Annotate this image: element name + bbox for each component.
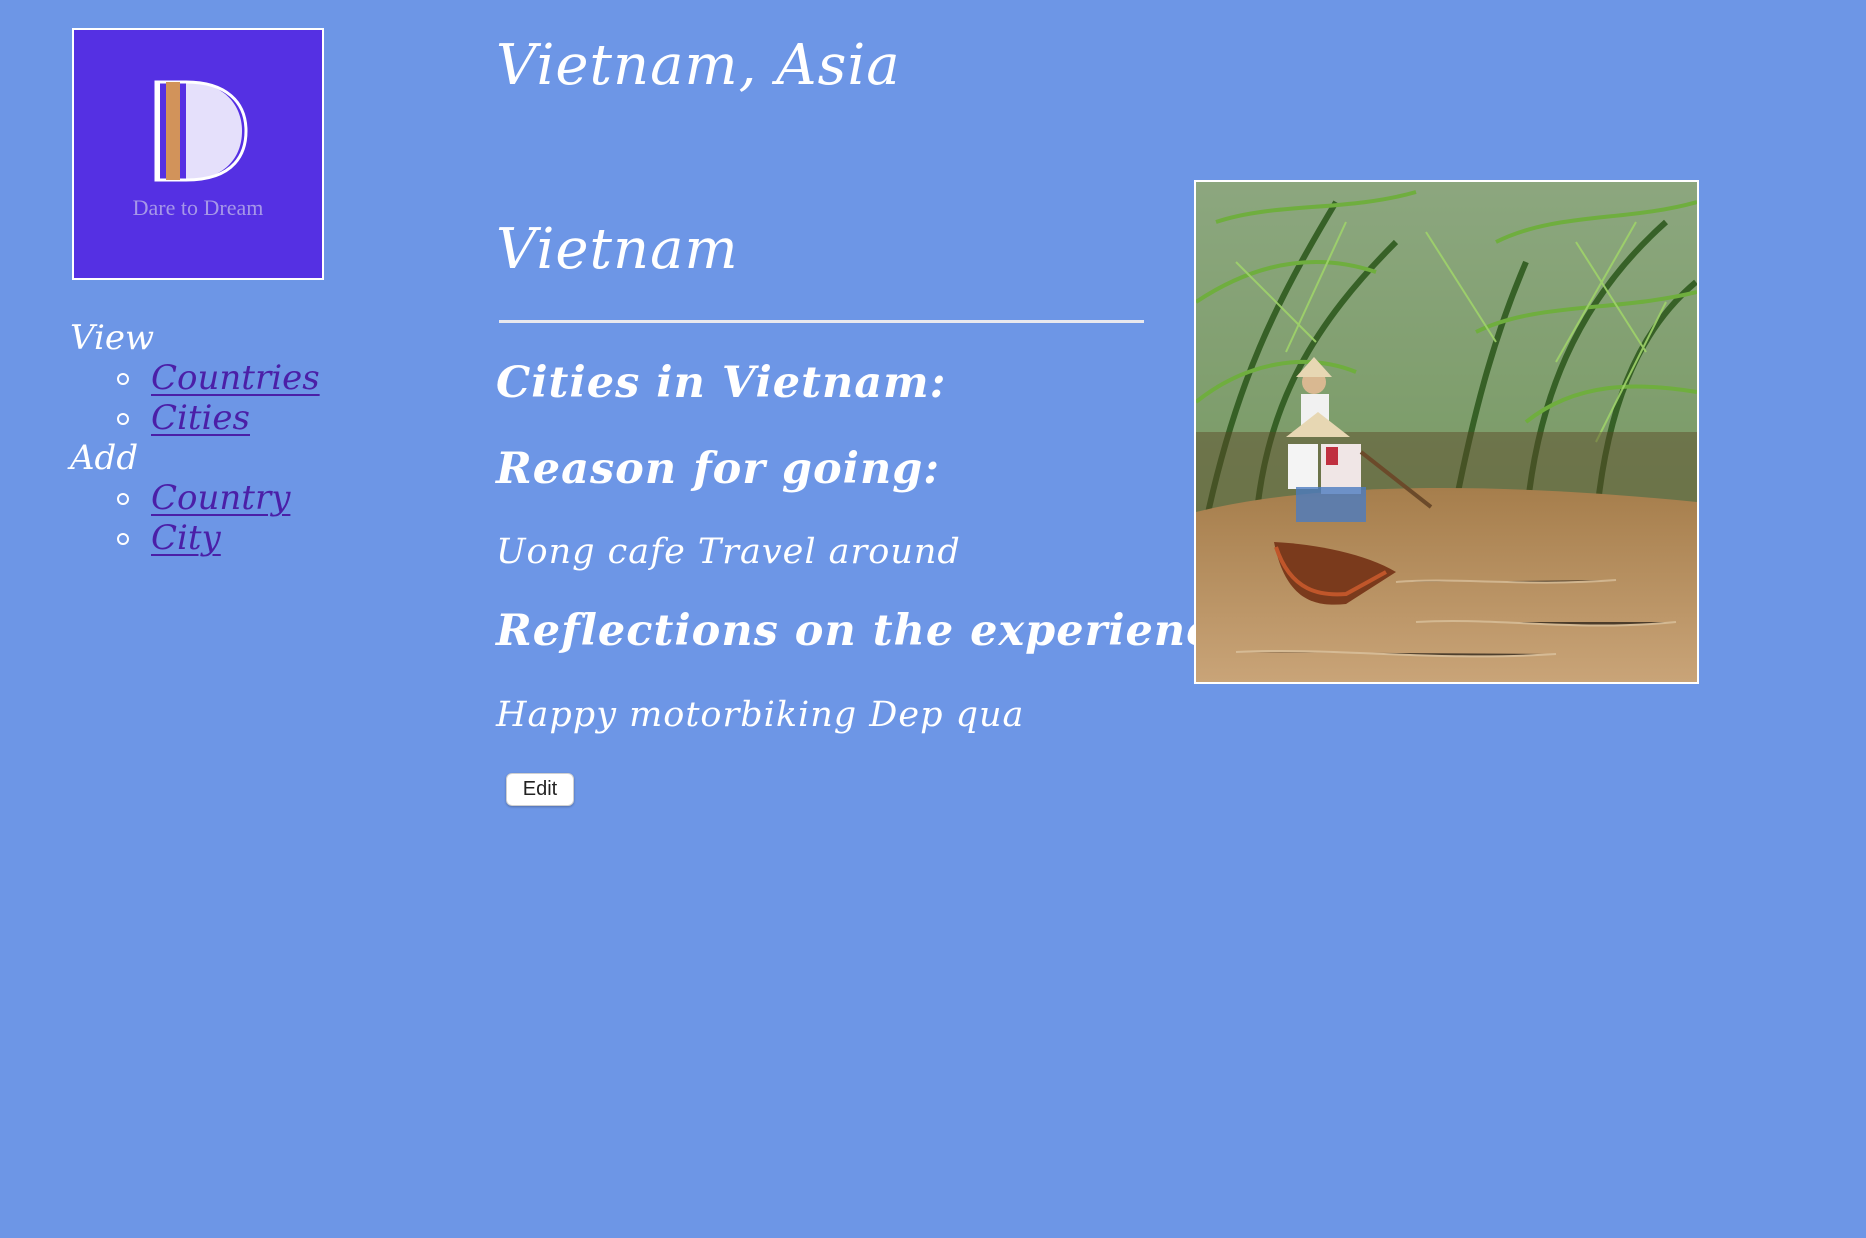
nav-item-cities: Cities — [70, 398, 370, 438]
nav-item-add-country: Country — [70, 478, 370, 518]
reason-heading: Reason for going: — [496, 444, 941, 494]
country-photo — [1194, 180, 1699, 684]
bullet-icon — [117, 413, 129, 425]
logo-d-mark-icon — [154, 80, 248, 182]
nav-add-label: Add — [70, 438, 139, 478]
nav-add-list: Country City — [70, 478, 370, 558]
river-boat-image — [1196, 182, 1697, 682]
reflections-heading: Reflections on the experience: — [496, 606, 1259, 656]
logo-brand-text: Dare to Dream — [132, 195, 264, 220]
bullet-icon — [117, 373, 129, 385]
reflections-text: Happy motorbiking Dep qua — [496, 695, 1025, 735]
bullet-icon — [117, 533, 129, 545]
page-title: Vietnam, Asia — [496, 33, 901, 98]
nav-view-list: Countries Cities — [70, 358, 370, 438]
add-country-link[interactable]: Country — [151, 478, 290, 518]
divider — [499, 320, 1144, 323]
edit-button[interactable]: Edit — [506, 773, 574, 806]
countries-link[interactable]: Countries — [151, 358, 320, 398]
cities-link[interactable]: Cities — [151, 398, 250, 438]
bullet-icon — [117, 493, 129, 505]
brand-logo: Dare to Dream — [72, 28, 324, 280]
cities-heading: Cities in Vietnam: — [496, 358, 947, 408]
reason-text: Uong cafe Travel around — [496, 532, 961, 572]
country-name-heading: Vietnam — [496, 217, 739, 282]
nav-view-label: View — [70, 318, 155, 358]
nav-item-add-city: City — [70, 518, 370, 558]
nav-item-countries: Countries — [70, 358, 370, 398]
add-city-link[interactable]: City — [151, 518, 221, 558]
sidebar-nav: View Countries Cities Add Country City — [70, 318, 370, 558]
